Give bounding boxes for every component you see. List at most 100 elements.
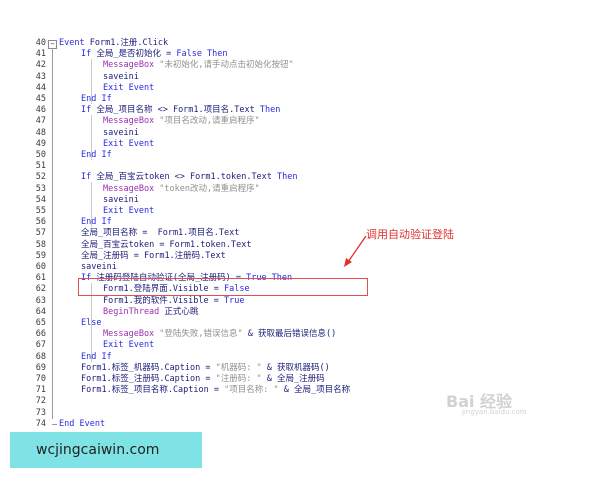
code-text: If 全局_是否初始化 = False Then [81, 49, 228, 60]
code-token: "登陆失败,错误信息" [159, 329, 243, 340]
line-number: 72 [35, 396, 46, 407]
code-text: 全局_百宝云token = Form1.token.Text [81, 240, 251, 251]
code-token: & 获取最后错误信息() [242, 329, 337, 340]
code-text: saveini [103, 72, 139, 83]
highlight-box [78, 278, 368, 296]
code-token: & 获取机器码() [261, 362, 330, 373]
code-line: 69 Form1.标签_机器码.Caption = "机器码: " & 获取机器码… [28, 363, 568, 374]
line-number: 54 [35, 194, 46, 205]
line-number: 66 [35, 329, 46, 340]
code-token: 全局_百宝云token <> Form1.token.Text [96, 172, 278, 183]
code-token: Event [59, 38, 90, 48]
line-number: 47 [35, 116, 46, 127]
line-number: 52 [35, 172, 46, 183]
line-number: 45 [35, 94, 46, 104]
code-text: MessageBox "未初始化,请手动点击初始化按钮" [103, 60, 294, 71]
code-text: End If [81, 217, 112, 228]
code-token: Else [81, 318, 102, 328]
code-token: End If [81, 351, 112, 362]
line-number: 60 [35, 262, 46, 272]
line-number: 51 [35, 161, 46, 172]
code-token: Form1.标签_机器码.Caption = [81, 362, 216, 373]
code-token: MessageBox [103, 60, 160, 71]
line-number: 58 [35, 239, 46, 250]
code-token: & 全局_项目名称 [278, 385, 351, 396]
line-number: 46 [35, 105, 46, 116]
code-text: Exit Event [103, 83, 154, 94]
code-line: 48 saveini [28, 128, 568, 139]
code-text: Exit Event [103, 206, 154, 217]
line-number: 71 [35, 385, 46, 396]
annotation-label: 调用自动验证登陆 [366, 228, 454, 241]
code-token: "项目名改动,请重启程序" [159, 116, 260, 127]
code-line: 47 MessageBox "项目名改动,请重启程序" [28, 116, 568, 127]
line-number: 69 [35, 362, 46, 373]
code-line: 65 Else [28, 318, 568, 329]
code-line: 58 全局_百宝云token = Form1.token.Text [28, 240, 568, 251]
line-number: 59 [35, 250, 46, 261]
code-token: False Then [176, 49, 228, 60]
code-line: 51 [28, 161, 568, 172]
code-line: 54 saveini [28, 195, 568, 206]
line-number: 55 [35, 206, 46, 216]
code-line: 66 MessageBox "登陆失败,错误信息" & 获取最后错误信息() [28, 329, 568, 340]
line-number: 49 [35, 138, 46, 149]
code-text: End If [81, 150, 112, 161]
code-token: Exit Event [103, 340, 155, 351]
line-number: 65 [35, 318, 46, 328]
code-text: Event Form1.注册.Click [59, 38, 168, 49]
code-text: If 全局_项目名称 <> Form1.项目名.Text Then [81, 105, 280, 116]
line-number: 63 [35, 295, 46, 306]
code-line: 55 Exit Event [28, 206, 568, 217]
line-number: 44 [35, 82, 46, 93]
code-token: Then [277, 172, 298, 183]
code-line: 74 End Event [28, 419, 568, 430]
code-text: saveini [103, 128, 139, 139]
code-text: Exit Event [103, 139, 154, 150]
code-token: 正式心跳 [164, 306, 199, 317]
line-number: 73 [35, 407, 46, 418]
code-token: MessageBox [103, 329, 160, 340]
site-label: wcjingcaiwin.com [36, 442, 160, 458]
code-token: "机器码: " [215, 362, 262, 373]
code-token: End If [81, 217, 112, 228]
code-text: Else [81, 318, 101, 329]
code-token: saveini [103, 194, 139, 205]
code-text: saveini [103, 195, 139, 206]
code-token: If [81, 172, 97, 183]
code-line: 67 Exit Event [28, 340, 568, 351]
code-line: 42 MessageBox "未初始化,请手动点击初始化按钮" [28, 60, 568, 71]
code-line: 57 全局_项目名称 = Form1.项目名.Text [28, 228, 568, 239]
code-token: If [81, 49, 97, 60]
code-token: End If [81, 150, 112, 160]
code-text: Form1.标签_注册码.Caption = "注册码: " & 全局_注册码 [81, 374, 325, 385]
line-number: 56 [35, 217, 46, 228]
code-token: Exit Event [103, 138, 155, 149]
code-token: & 全局_注册码 [261, 374, 325, 384]
code-token: 全局_项目名称 <> Form1.项目名.Text [96, 105, 260, 116]
code-token: Exit Event [103, 82, 155, 93]
code-token: saveini [103, 127, 139, 138]
code-line: 53 MessageBox "token改动,请重启程序" [28, 184, 568, 195]
line-number: 67 [35, 340, 46, 351]
code-line: 46 If 全局_项目名称 <> Form1.项目名.Text Then [28, 105, 568, 116]
code-token: "注册码: " [215, 374, 262, 384]
code-text: 全局_项目名称 = Form1.项目名.Text [81, 228, 239, 239]
code-text: Exit Event [103, 340, 154, 351]
line-number: 48 [35, 127, 46, 138]
code-token: Form1.标签_项目名称.Caption = [81, 385, 225, 396]
code-line: 52 If 全局_百宝云token <> Form1.token.Text The… [28, 172, 568, 183]
code-line: 43 saveini [28, 72, 568, 83]
code-editor[interactable]: − 40 Event Form1.注册.Click 41 If 全局_是否初始化 = … [28, 38, 568, 432]
code-text: End Event [59, 419, 105, 430]
code-text: Form1.我的软件.Visible = True [103, 296, 244, 307]
code-text: Form1.标签_机器码.Caption = "机器码: " & 获取机器码() [81, 363, 330, 374]
line-number: 50 [35, 150, 46, 160]
code-line: 40 Event Form1.注册.Click [28, 38, 568, 49]
code-token: MessageBox [103, 183, 160, 194]
line-number: 62 [35, 284, 46, 295]
code-token: 全局_注册码 = Form1.注册码.Text [81, 250, 226, 261]
line-number: 43 [35, 71, 46, 82]
code-token: MessageBox [103, 116, 160, 127]
code-token: True [224, 295, 245, 306]
